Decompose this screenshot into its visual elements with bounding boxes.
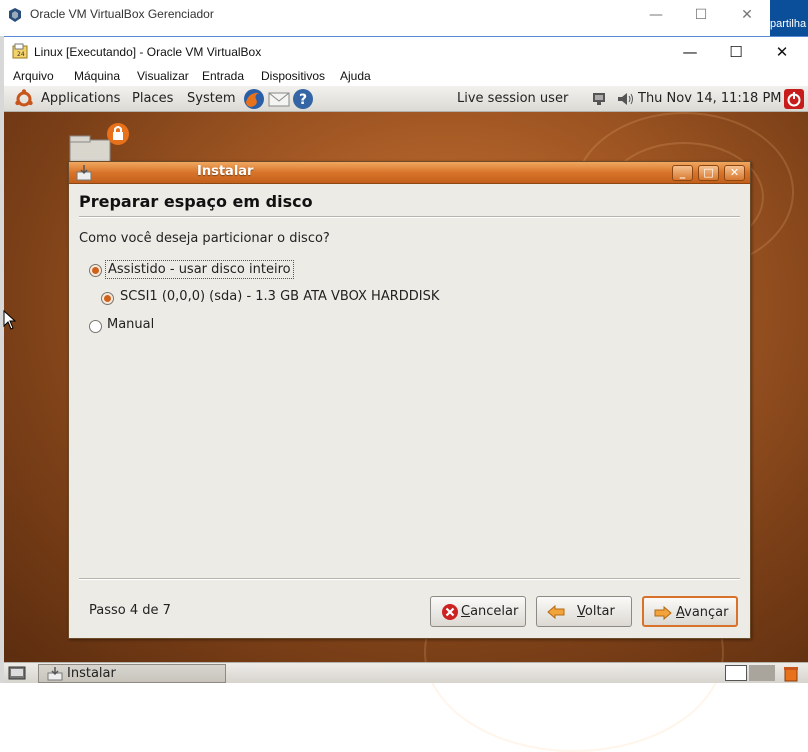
volume-icon[interactable] xyxy=(616,91,634,107)
vm-title: Linux [Executando] - Oracle VM VirtualBo… xyxy=(34,45,262,59)
divider xyxy=(79,578,740,580)
menu-arquivo[interactable]: Arquivo xyxy=(13,69,54,83)
workspace-2[interactable] xyxy=(749,665,775,681)
panel-system-menu[interactable]: System xyxy=(187,91,235,106)
vm-menu-bar: Arquivo Máquina Visualizar Entrada Dispo… xyxy=(4,66,808,86)
radio-manual[interactable] xyxy=(89,320,102,333)
ubuntu-top-panel: Applications Places System ? Live sessio… xyxy=(4,86,808,112)
menu-dispositivos[interactable]: Dispositivos xyxy=(261,69,325,83)
virtualbox-icon xyxy=(9,8,21,22)
menu-ajuda[interactable]: Ajuda xyxy=(340,69,371,83)
svg-text:?: ? xyxy=(299,92,307,108)
menu-entrada[interactable]: Entrada xyxy=(202,69,244,83)
panel-clock[interactable]: Thu Nov 14, 11:18 PM xyxy=(638,91,782,106)
cancel-button[interactable]: Cancelar xyxy=(430,596,526,627)
installer-maximize-button[interactable]: □ xyxy=(698,165,719,181)
installer-close-button[interactable]: ✕ xyxy=(724,165,745,181)
forward-label: vançar xyxy=(684,605,729,620)
network-icon[interactable] xyxy=(591,91,607,107)
help-icon[interactable]: ? xyxy=(292,88,314,110)
installer-task-icon xyxy=(47,667,63,681)
installer-minimize-button[interactable]: _ xyxy=(672,165,693,181)
taskbar-item-label: Instalar xyxy=(67,666,116,681)
taskbar-item-instalar[interactable]: Instalar xyxy=(38,664,226,683)
vm-window-icon: 24 xyxy=(12,43,28,59)
back-mnemonic: V xyxy=(577,604,585,619)
panel-places-menu[interactable]: Places xyxy=(132,91,173,106)
manager-title: Oracle VM VirtualBox Gerenciador xyxy=(30,7,214,21)
cancel-label: ancelar xyxy=(470,604,519,619)
vm-title-bar: 24 Linux [Executando] - Oracle VM Virtua… xyxy=(4,36,808,66)
partition-question: Como você deseja particionar o disco? xyxy=(79,231,330,246)
manager-minimize-button[interactable]: — xyxy=(636,4,676,26)
back-button[interactable]: Voltar xyxy=(536,596,632,627)
panel-applications-menu[interactable]: Applications xyxy=(41,91,120,106)
radio-assisted[interactable] xyxy=(89,264,102,277)
cancel-icon xyxy=(442,604,458,620)
vm-minimize-button[interactable]: — xyxy=(668,41,712,63)
ubuntu-logo-icon xyxy=(15,89,33,107)
trash-icon[interactable] xyxy=(782,664,800,682)
show-desktop-icon[interactable] xyxy=(8,666,26,681)
arrow-right-icon xyxy=(654,605,672,621)
firefox-icon[interactable] xyxy=(243,88,265,110)
menu-maquina[interactable]: Máquina xyxy=(74,69,120,83)
installer-title-bar[interactable]: Instalar _ □ ✕ xyxy=(69,162,750,184)
option-assisted-label[interactable]: Assistido - usar disco inteiro xyxy=(105,260,294,279)
mouse-cursor-icon xyxy=(3,310,17,330)
background-window-edge: partilha xyxy=(770,0,808,36)
back-label: oltar xyxy=(584,604,615,619)
forward-button[interactable]: Avançar xyxy=(642,596,738,627)
radio-disk-scsi1[interactable] xyxy=(101,292,114,305)
panel-session-user[interactable]: Live session user xyxy=(457,91,568,106)
manager-close-button[interactable]: ✕ xyxy=(727,4,767,26)
installer-title: Instalar xyxy=(197,164,254,179)
page-title: Preparar espaço em disco xyxy=(79,192,313,211)
svg-text:24: 24 xyxy=(17,51,25,58)
divider xyxy=(79,216,740,218)
installer-dialog: Instalar _ □ ✕ Preparar espaço em disco … xyxy=(68,161,751,639)
vm-close-button[interactable]: ✕ xyxy=(760,41,804,63)
option-manual-label[interactable]: Manual xyxy=(107,317,154,332)
vm-maximize-button[interactable]: ☐ xyxy=(714,41,758,63)
option-disk-label[interactable]: SCSI1 (0,0,0) (sda) - 1.3 GB ATA VBOX HA… xyxy=(120,289,439,304)
step-indicator: Passo 4 de 7 xyxy=(89,603,171,618)
manager-maximize-button[interactable]: ☐ xyxy=(681,4,721,26)
menu-visualizar[interactable]: Visualizar xyxy=(137,69,189,83)
mail-icon[interactable] xyxy=(268,90,290,108)
cancel-mnemonic: C xyxy=(461,604,471,619)
manager-title-bar: Oracle VM VirtualBox Gerenciador — ☐ ✕ xyxy=(0,0,770,30)
installer-window-icon xyxy=(76,165,92,181)
forward-mnemonic: A xyxy=(676,605,685,620)
arrow-left-icon xyxy=(547,604,565,620)
power-icon[interactable] xyxy=(783,88,805,110)
workspace-1[interactable] xyxy=(725,665,747,681)
background-window-text: partilha xyxy=(770,18,807,30)
